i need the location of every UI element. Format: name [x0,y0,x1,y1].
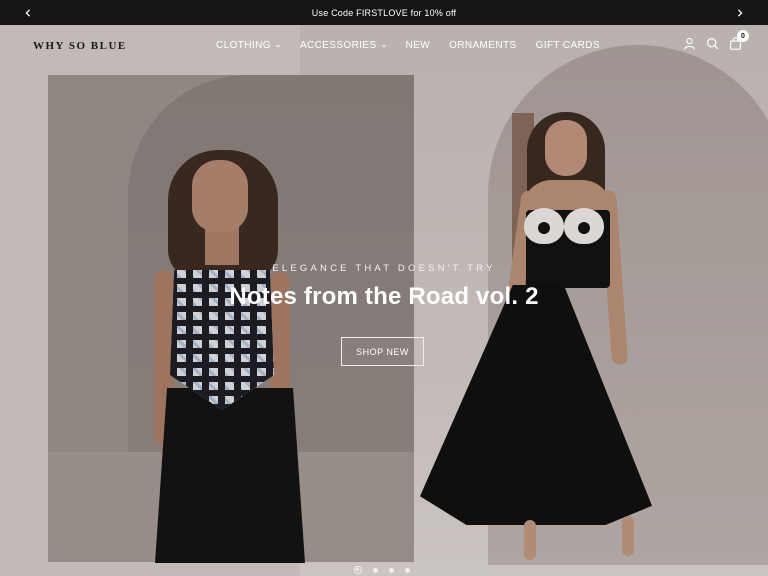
chevron-left-icon[interactable] [16,0,40,25]
nav-item-label: ACCESSORIES [299,40,377,51]
chevron-down-icon [381,44,386,47]
header-icons: 0 [683,30,749,50]
nav-item-label: NEW [405,40,431,51]
slider-dot-1[interactable] [354,566,362,574]
hero-title: Notes from the Road vol. 2 [229,283,539,310]
nav-item-gift-cards[interactable]: GIFT CARDS [536,40,600,51]
shop-new-button[interactable]: SHOP NEW [341,337,424,366]
cart-count-badge: 0 [737,30,749,42]
nav-item-label: ORNAMENTS [449,40,517,51]
slider-dots [354,566,410,574]
search-icon[interactable] [706,37,719,50]
slider-dot-4[interactable] [405,567,410,573]
site-logo[interactable]: WHY SO BLUE [33,40,127,52]
hero-eyebrow: ELEGANCE THAT DOESN'T TRY [272,263,496,274]
nav-item-new[interactable]: NEW [406,40,431,51]
cart-icon[interactable]: 0 [729,30,749,50]
chevron-down-icon [275,44,280,47]
slider-dot-3[interactable] [389,567,394,573]
account-icon[interactable] [683,37,696,50]
nav-item-ornaments[interactable]: ORNAMENTS [449,40,517,51]
main-nav: CLOTHING ACCESSORIES NEW ORNAMENTS GIFT … [216,40,600,51]
nav-item-label: CLOTHING [216,40,271,51]
nav-item-accessories[interactable]: ACCESSORIES [300,40,387,51]
nav-item-clothing[interactable]: CLOTHING [216,40,281,51]
announcement-text[interactable]: Use Code FIRSTLOVE for 10% off [312,8,456,18]
slider-dot-2[interactable] [373,567,378,573]
chevron-right-icon[interactable] [728,0,752,25]
nav-item-label: GIFT CARDS [535,40,600,51]
announcement-bar: Use Code FIRSTLOVE for 10% off [0,0,768,25]
site-header: WHY SO BLUE CLOTHING ACCESSORIES NEW ORN… [0,25,768,67]
